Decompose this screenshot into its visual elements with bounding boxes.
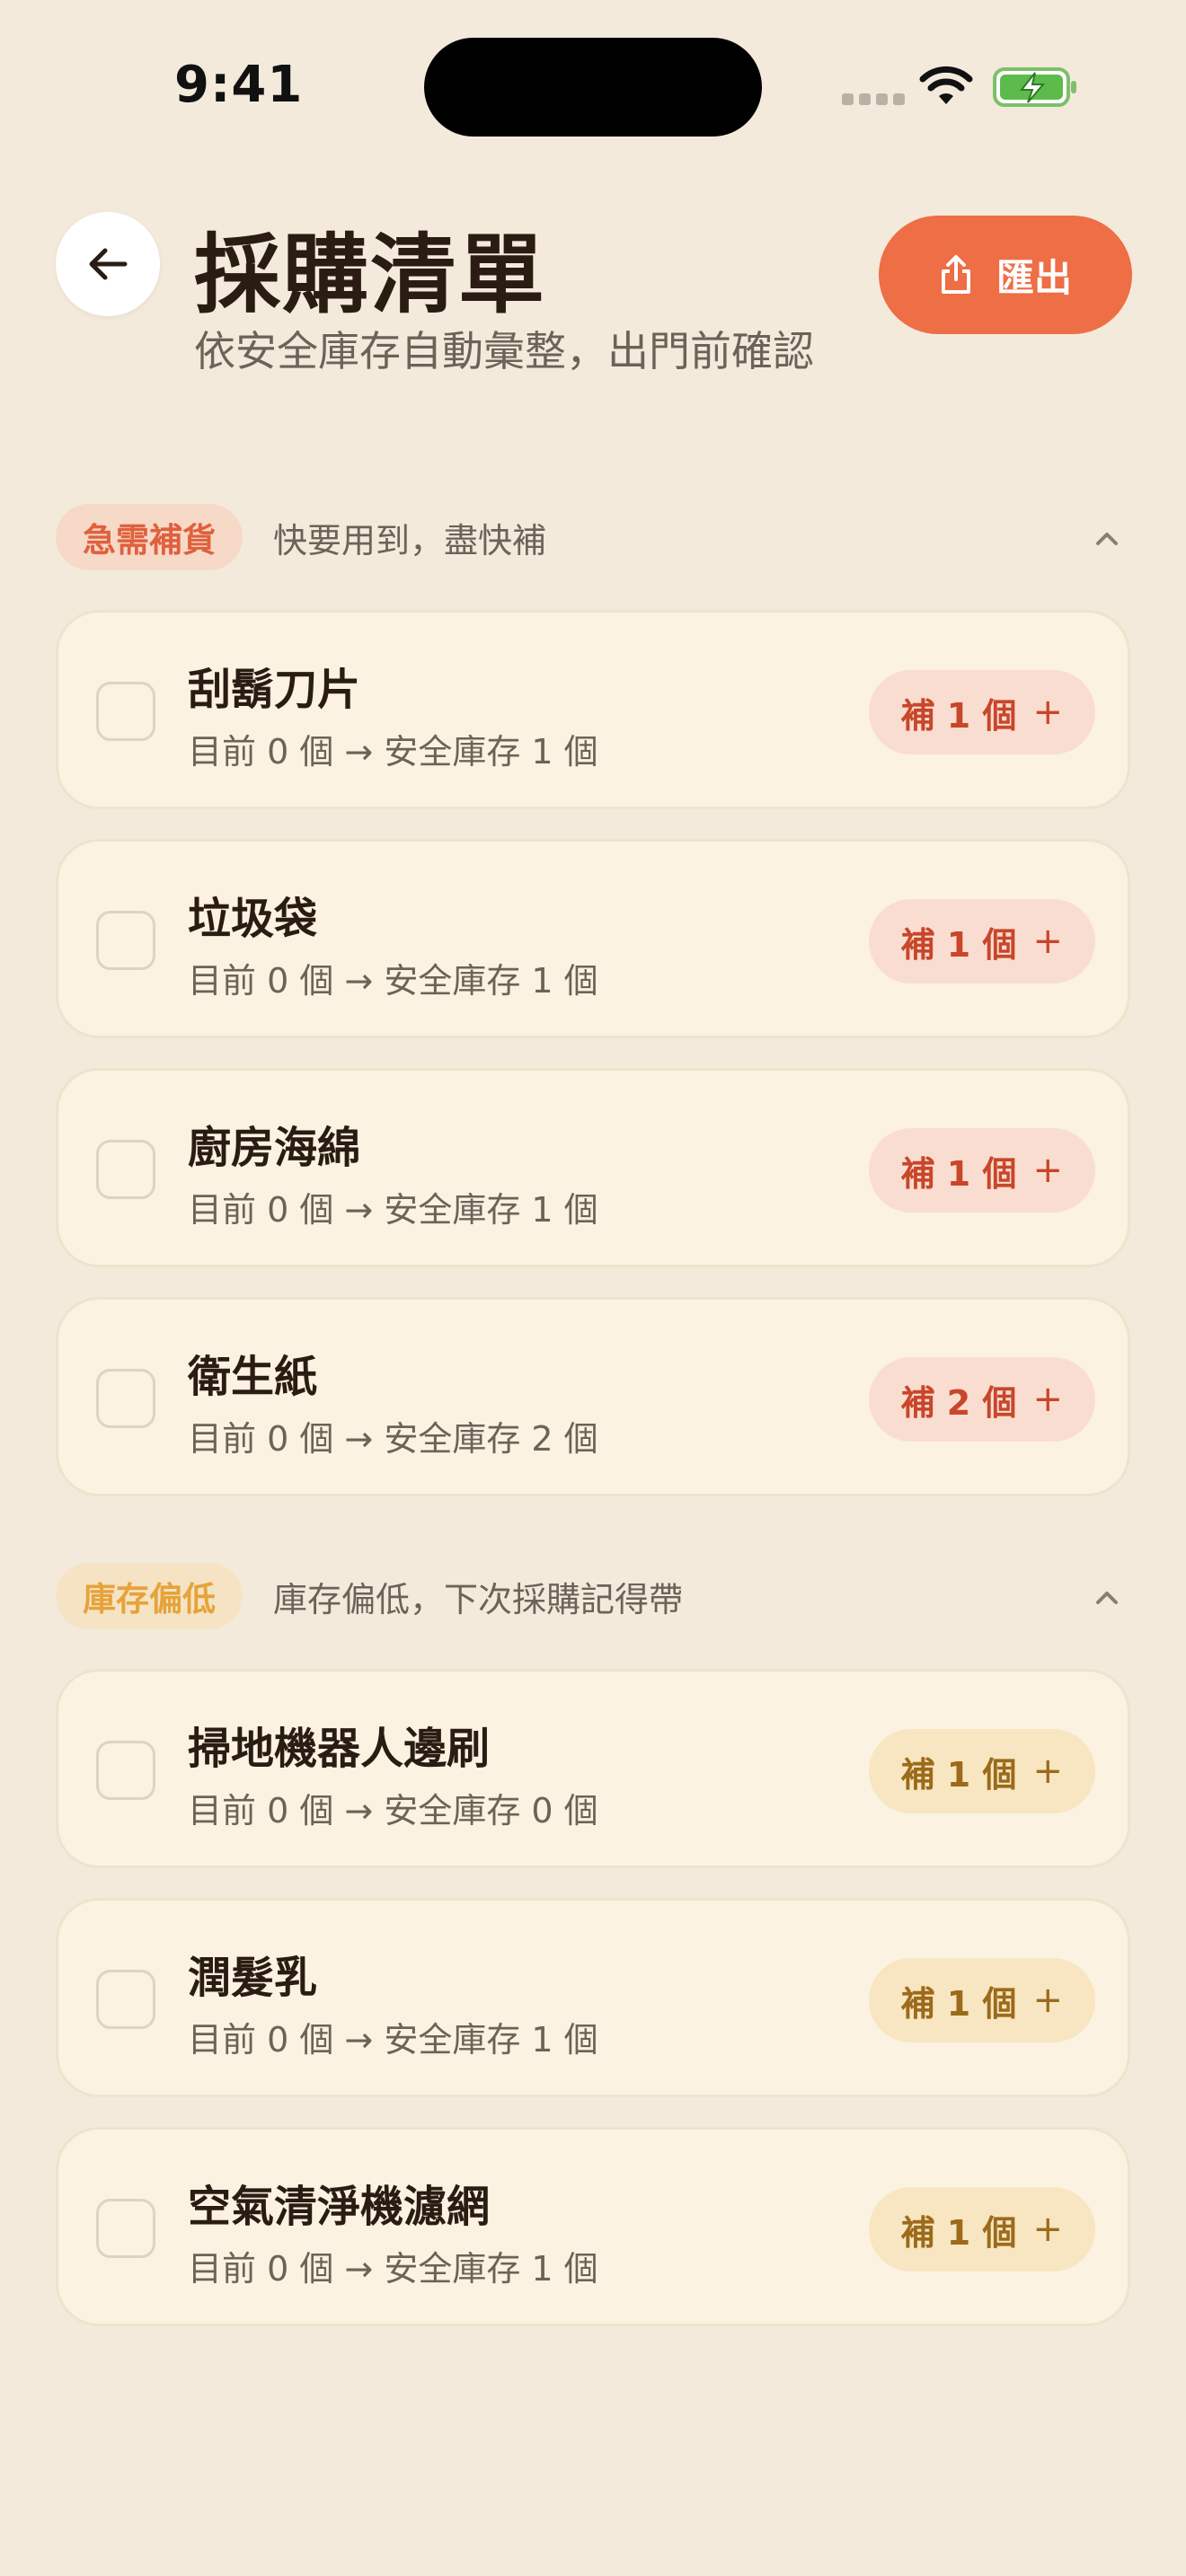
restock-button[interactable]: 補 1 個 + [868,899,1095,984]
list-item[interactable]: 刮鬍刀片 目前 0 個 → 安全庫存 1 個 補 1 個 + [56,610,1130,809]
item-name: 衛生紙 [188,1352,318,1402]
item-stock-detail: 目前 0 個 → 安全庫存 1 個 [188,732,598,772]
section-urgent-header[interactable]: 急需補貨 快要用到，盡快補 [56,504,1130,570]
section-description: 庫存偏低，下次採購記得帶 [273,1579,684,1619]
section-description: 快要用到，盡快補 [273,520,547,560]
item-stock-detail: 目前 0 個 → 安全庫存 2 個 [188,1419,598,1459]
plus-icon: + [1032,2209,1063,2250]
purchase-list-screen: 9:41 採購清單 依安全庫存自動彙整，出門前確認 匯出 急需補貨 快要用到，盡… [0,0,1186,2576]
restock-button[interactable]: 補 1 個 + [868,2187,1095,2272]
item-stock-detail: 目前 0 個 → 安全庫存 0 個 [188,1791,598,1831]
restock-label: 補 1 個 [900,924,1017,965]
item-name: 垃圾袋 [188,894,318,944]
item-checkbox[interactable] [96,1970,155,2029]
list-item[interactable]: 衛生紙 目前 0 個 → 安全庫存 2 個 補 2 個 + [56,1297,1130,1496]
plus-icon: + [1032,1379,1063,1420]
list-item[interactable]: 廚房海綿 目前 0 個 → 安全庫存 1 個 補 1 個 + [56,1068,1130,1267]
status-time: 9:41 [174,56,304,114]
restock-button[interactable]: 補 1 個 + [868,1128,1095,1213]
restock-label: 補 1 個 [900,1754,1017,1795]
restock-label: 補 1 個 [900,2212,1017,2253]
item-checkbox[interactable] [96,1140,155,1199]
plus-icon: + [1032,921,1063,962]
item-name: 廚房海綿 [188,1123,361,1173]
item-checkbox[interactable] [96,911,155,970]
list-item[interactable]: 潤髮乳 目前 0 個 → 安全庫存 1 個 補 1 個 + [56,1898,1130,2097]
wifi-icon [919,66,973,104]
list-item[interactable]: 掃地機器人邊刷 目前 0 個 → 安全庫存 0 個 補 1 個 + [56,1669,1130,1868]
share-icon [941,255,970,294]
item-checkbox[interactable] [96,682,155,741]
restock-button[interactable]: 補 1 個 + [868,670,1095,754]
page-title: 採購清單 [194,225,546,325]
item-name: 掃地機器人邊刷 [188,1724,491,1774]
item-name: 潤髮乳 [188,1953,318,2003]
arrow-left-icon [89,248,128,280]
export-label: 匯出 [996,255,1072,300]
low-stock-badge: 庫存偏低 [56,1563,243,1629]
item-checkbox[interactable] [96,1741,155,1800]
page-subtitle: 依安全庫存自動彙整，出門前確認 [194,327,814,375]
item-checkbox[interactable] [96,1369,155,1428]
restock-label: 補 1 個 [900,1983,1017,2024]
item-name: 空氣清淨機濾網 [188,2182,491,2232]
plus-icon: + [1032,692,1063,733]
urgent-badge: 急需補貨 [56,504,243,570]
plus-icon: + [1032,1150,1063,1191]
item-checkbox[interactable] [96,2199,155,2258]
dynamic-island [424,38,762,137]
chevron-up-icon[interactable] [1091,522,1123,554]
back-button[interactable] [56,212,160,316]
item-stock-detail: 目前 0 個 → 安全庫存 1 個 [188,2020,598,2060]
item-stock-detail: 目前 0 個 → 安全庫存 1 個 [188,961,598,1001]
item-stock-detail: 目前 0 個 → 安全庫存 1 個 [188,2249,598,2289]
plus-icon: + [1032,1751,1063,1792]
list-item[interactable]: 空氣清淨機濾網 目前 0 個 → 安全庫存 1 個 補 1 個 + [56,2127,1130,2326]
list-item[interactable]: 垃圾袋 目前 0 個 → 安全庫存 1 個 補 1 個 + [56,839,1130,1038]
item-stock-detail: 目前 0 個 → 安全庫存 1 個 [188,1190,598,1230]
section-low-stock-header[interactable]: 庫存偏低 庫存偏低，下次採購記得帶 [56,1563,1130,1629]
battery-charging-icon [993,67,1076,107]
restock-button[interactable]: 補 1 個 + [868,1958,1095,2042]
item-name: 刮鬍刀片 [188,665,361,715]
restock-label: 補 1 個 [900,695,1017,736]
restock-label: 補 2 個 [900,1382,1017,1423]
restock-button[interactable]: 補 2 個 + [868,1357,1095,1442]
plus-icon: + [1032,1980,1063,2021]
cellular-signal-icon [842,93,905,105]
restock-label: 補 1 個 [900,1153,1017,1194]
chevron-up-icon[interactable] [1091,1581,1123,1613]
restock-button[interactable]: 補 1 個 + [868,1729,1095,1813]
export-button[interactable]: 匯出 [879,216,1132,334]
